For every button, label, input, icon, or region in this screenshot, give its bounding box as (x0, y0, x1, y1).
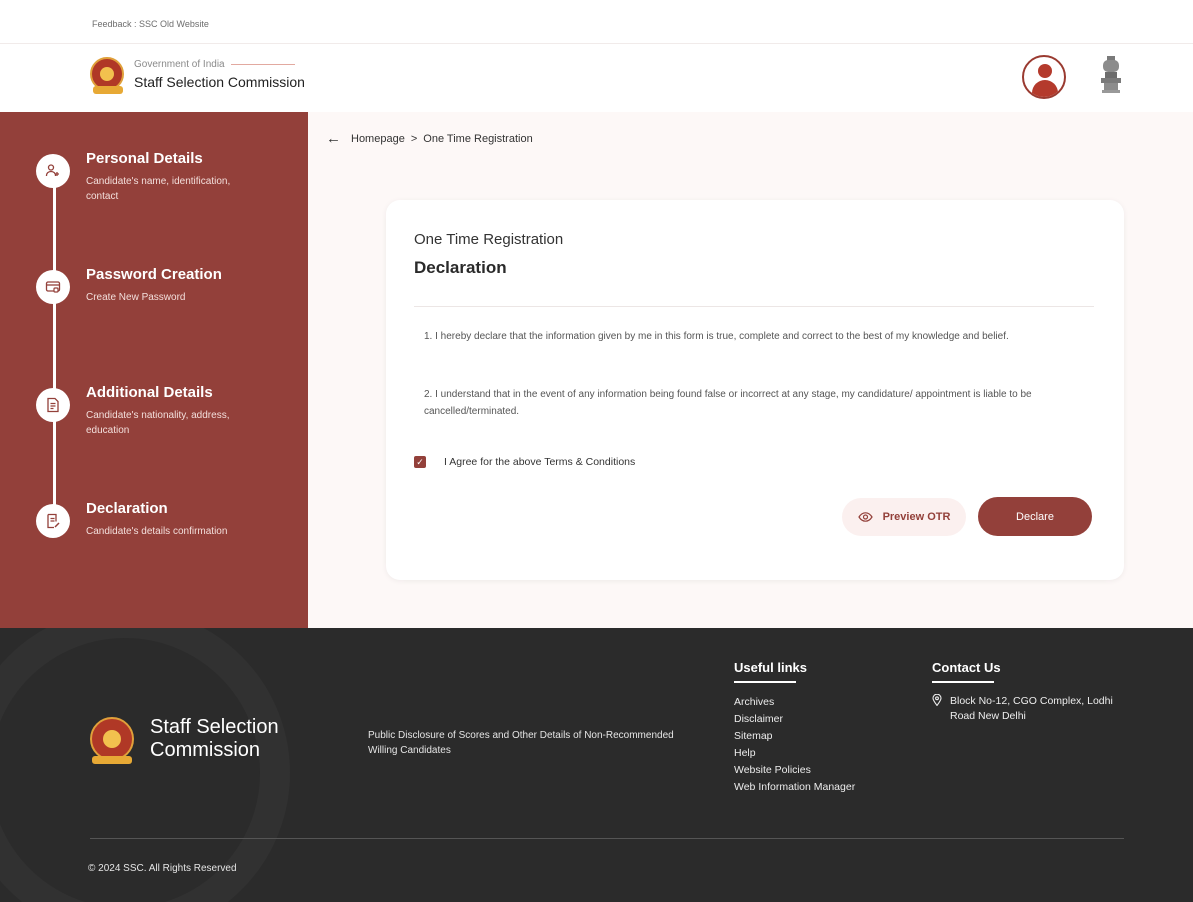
declaration-item: 2. I understand that in the event of any… (424, 389, 1032, 417)
preview-otr-label: Preview OTR (882, 511, 951, 523)
step-title: Additional Details (86, 384, 213, 401)
national-emblem-icon (1101, 56, 1121, 93)
breadcrumb: ← Homepage > One Time Registration (326, 130, 533, 147)
document-edit-icon (36, 504, 70, 538)
user-profile-icon[interactable] (1022, 55, 1066, 99)
declare-button[interactable]: Declare (978, 497, 1092, 536)
contact-us-heading: Contact Us (932, 660, 1001, 683)
contact-address: Block No-12, CGO Complex, Lodhi Road New… (932, 693, 1130, 724)
password-card-icon (36, 270, 70, 304)
footer-brand: Staff Selection Commission (90, 716, 320, 764)
footer-link-archives[interactable]: Archives (734, 694, 855, 711)
step-title: Personal Details (86, 150, 203, 167)
brand-org-name: Staff Selection Commission (134, 73, 305, 90)
declaration-item: 1. I hereby declare that the information… (424, 331, 1009, 342)
breadcrumb-home-link[interactable]: Homepage (351, 133, 405, 145)
brand-gov-label: Government of India (134, 58, 225, 70)
footer-link-website-policies[interactable]: Website Policies (734, 762, 855, 779)
breadcrumb-current: One Time Registration (423, 132, 533, 145)
footer-wheel-watermark (0, 628, 290, 902)
document-add-icon (36, 388, 70, 422)
stepper-line (53, 172, 56, 522)
footer-link-sitemap[interactable]: Sitemap (734, 728, 855, 745)
contact-us-title: Contact Us (932, 660, 1001, 675)
site-header: Government of India Staff Selection Comm… (0, 44, 1193, 112)
preview-otr-button[interactable]: Preview OTR (842, 498, 966, 536)
agree-terms-row[interactable]: ✓ I Agree for the above Terms & Conditio… (414, 456, 635, 468)
location-pin-icon (932, 693, 942, 724)
card-subtitle: One Time Registration (414, 231, 564, 248)
site-footer: Staff Selection Commission Public Disclo… (0, 628, 1193, 902)
footer-brand-name: Staff Selection Commission (150, 716, 279, 761)
footer-link-web-information-manager[interactable]: Web Information Manager (734, 779, 855, 796)
back-arrow-icon[interactable]: ← (326, 130, 341, 147)
address-text: Block No-12, CGO Complex, Lodhi Road New… (950, 695, 1113, 722)
useful-links-heading: Useful links (734, 660, 807, 683)
footer-divider (90, 838, 1124, 839)
step-description: Create New Password (86, 292, 186, 303)
ssc-logo-icon (90, 57, 124, 94)
declaration-card: One Time Registration Declaration 1. I h… (386, 200, 1124, 580)
eye-icon (857, 510, 873, 525)
registration-stepper: Personal Details Candidate's name, ident… (0, 112, 308, 628)
footer-link-help[interactable]: Help (734, 745, 855, 762)
step-title: Password Creation (86, 266, 222, 283)
step-description: Candidate's name, identification, contac… (86, 176, 231, 202)
public-disclosure-link[interactable]: Public Disclosure of Scores and Other De… (368, 728, 698, 758)
user-add-icon (36, 154, 70, 188)
card-divider (414, 306, 1094, 307)
brand-logo-link[interactable]: Government of India Staff Selection Comm… (90, 57, 305, 94)
footer-ssc-logo-icon (90, 717, 134, 764)
step-description: Candidate's nationality, address, educat… (86, 410, 230, 436)
top-links[interactable]: Feedback : SSC Old Website (92, 19, 209, 29)
card-title: Declaration (414, 258, 507, 277)
footer-link-disclaimer[interactable]: Disclaimer (734, 711, 855, 728)
agree-checkbox[interactable]: ✓ (414, 456, 426, 468)
agree-label: I Agree for the above Terms & Conditions (444, 456, 636, 468)
useful-links-title: Useful links (734, 660, 807, 675)
step-title: Declaration (86, 500, 168, 517)
useful-links-list: Archives Disclaimer Sitemap Help Website… (734, 694, 855, 796)
copyright-text: © 2024 SSC. All Rights Reserved (88, 863, 237, 874)
top-strip: Feedback : SSC Old Website (0, 0, 1193, 44)
step-description: Candidate's details confirmation (86, 526, 228, 537)
breadcrumb-separator: > (410, 132, 418, 145)
